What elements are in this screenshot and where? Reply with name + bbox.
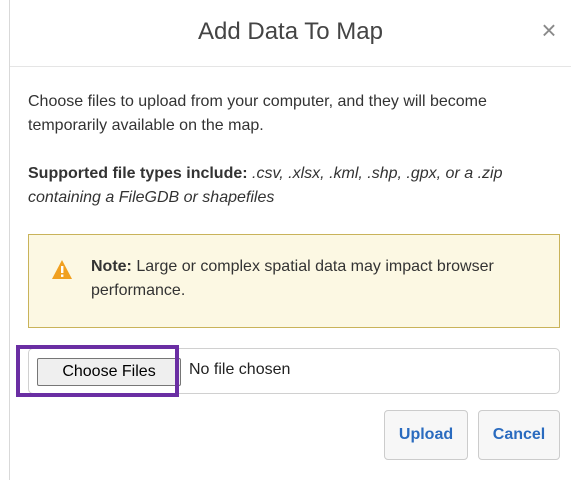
choose-files-button[interactable]: Choose Files [37, 358, 181, 386]
dialog-header: Add Data To Map × [10, 0, 571, 67]
supported-types-text: Supported file types include: .csv, .xls… [28, 162, 560, 210]
cancel-button[interactable]: Cancel [478, 410, 560, 460]
file-status: No file chosen [189, 361, 291, 378]
add-data-dialog: Add Data To Map × Choose files to upload… [9, 0, 571, 480]
dialog-title: Add Data To Map [197, 18, 383, 45]
warning-icon [52, 260, 72, 279]
note-message: Large or complex spatial data may impact… [91, 258, 494, 299]
performance-note: Note: Large or complex spatial data may … [28, 234, 560, 328]
supported-types-label: Supported file types include: [28, 165, 248, 182]
upload-button[interactable]: Upload [384, 410, 468, 460]
note-text: Note: Large or complex spatial data may … [91, 255, 531, 303]
file-input[interactable]: Choose Files No file chosen [28, 348, 560, 394]
note-label: Note: [91, 258, 132, 275]
close-icon[interactable]: × [535, 16, 563, 44]
intro-text: Choose files to upload from your compute… [28, 93, 487, 134]
